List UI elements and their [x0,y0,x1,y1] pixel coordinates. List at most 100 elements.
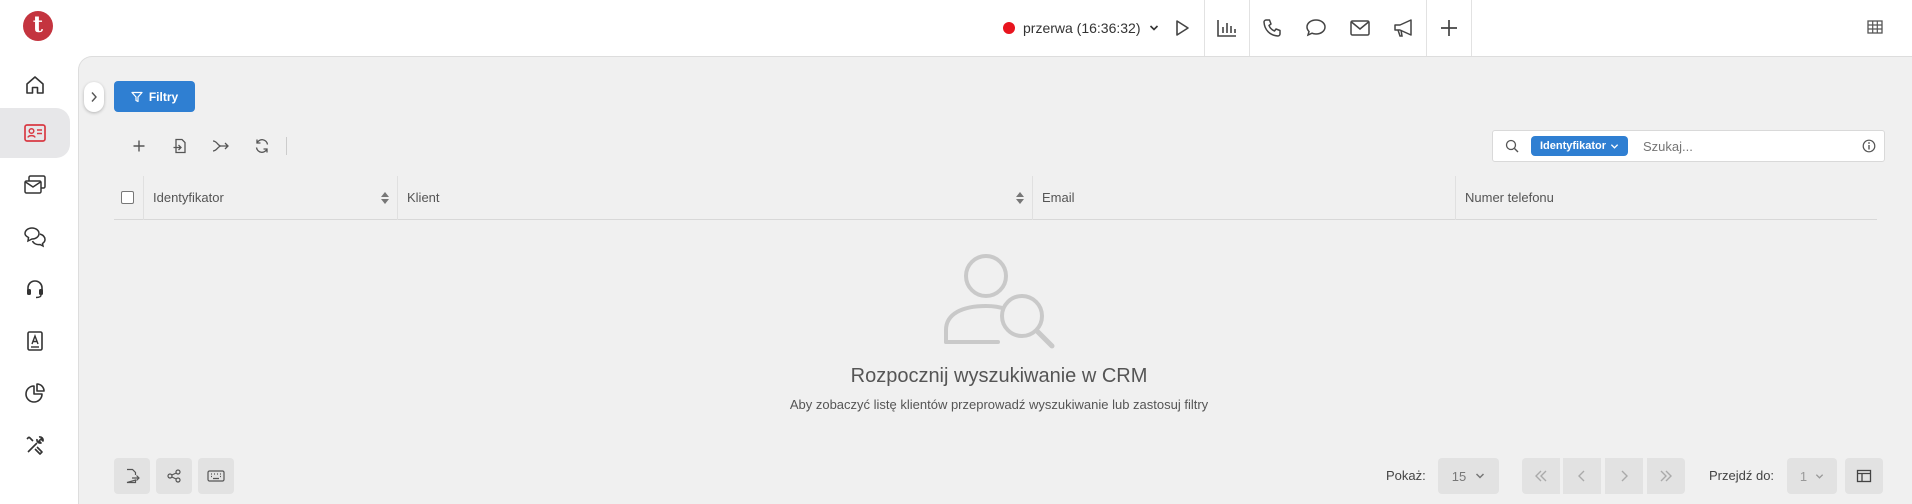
empty-state-subtitle: Aby zobaczyć listę klientów przeprowadź … [789,397,1209,412]
app-logo[interactable]: t [23,11,53,41]
chevron-right-icon [1621,470,1628,482]
empty-state: Rozpocznij wyszukiwanie w CRM Aby zobacz… [114,250,1884,412]
statistics-button[interactable] [1205,6,1249,50]
home-icon [26,76,44,94]
search-input[interactable] [1628,138,1854,154]
sidebar [0,56,78,504]
goto-page-value: 1 [1799,468,1808,484]
chats-icon [24,227,46,248]
column-header-email[interactable]: Email [1033,175,1456,220]
sort-icon [1016,191,1024,204]
play-icon [1176,20,1189,36]
sidebar-item-support[interactable] [0,264,70,314]
add-icon [133,140,144,152]
select-all-checkbox[interactable] [121,191,134,204]
share-icon [167,469,181,483]
page-size-value: 15 [1451,468,1467,484]
chart-icon [1217,20,1236,37]
top-bar: t przerwa (16:36:32) [0,0,1912,56]
sidebar-toggle[interactable] [84,82,104,112]
last-page-button[interactable] [1647,458,1685,494]
campaign-button[interactable] [1382,6,1426,50]
chat-button[interactable] [1294,6,1338,50]
phone-button[interactable] [1250,6,1294,50]
filters-label: Filtry [148,89,179,104]
search-icon-wrapper [1493,139,1531,153]
chevron-down-icon [1149,25,1158,31]
search-field-label: Identyfikator [1540,140,1607,152]
column-label: Email [1042,190,1075,205]
pie-chart-icon [25,383,45,403]
import-icon [173,138,186,154]
megaphone-icon [1394,19,1412,37]
info-icon [1862,139,1876,153]
sidebar-item-contacts[interactable] [0,316,70,366]
play-button[interactable] [1160,6,1204,50]
keyboard-shortcuts-button[interactable] [198,458,234,494]
search-icon [1505,139,1519,153]
filters-button[interactable]: Filtry [114,81,195,112]
merge-icon [212,140,229,152]
columns-icon [1856,469,1872,483]
grid-icon [1867,20,1883,34]
page-size-select[interactable]: 15 [1438,458,1499,494]
apps-grid-button[interactable] [1862,14,1888,40]
chevron-down-icon [1815,473,1824,479]
chevron-down-icon [1476,473,1485,479]
chat-bubble-icon [1306,19,1326,37]
user-search-icon [944,254,1055,349]
plus-icon [1441,20,1457,36]
column-header-numer-telefonu[interactable]: Numer telefonu [1456,176,1877,220]
keyboard-icon [207,470,225,482]
sidebar-item-crm[interactable] [0,108,70,158]
column-label: Identyfikator [153,190,224,205]
next-page-button[interactable] [1605,458,1643,494]
search-bar: Identyfikator [1492,130,1885,162]
add-client-button[interactable] [118,134,159,158]
column-label: Numer telefonu [1465,190,1554,205]
page-size-label: Pokaż: [1386,468,1426,483]
column-settings-button[interactable] [1845,458,1883,494]
sidebar-item-reports[interactable] [0,368,70,418]
table-toolbar [118,134,287,158]
column-label: Klient [407,190,440,205]
filter-icon [131,91,143,102]
previous-page-button[interactable] [1563,458,1601,494]
refresh-icon [255,139,268,153]
mail-button[interactable] [1338,6,1382,50]
empty-state-title: Rozpocznij wyszukiwanie w CRM [850,365,1148,387]
first-page-button[interactable] [1522,458,1560,494]
chevron-down-icon [1610,143,1619,149]
share-button[interactable] [156,458,192,494]
logo-letter: t [32,12,44,38]
mail-icon [1350,20,1370,36]
export-icon [126,468,140,484]
import-button[interactable] [159,134,200,158]
column-header-identyfikator[interactable]: Identyfikator [144,175,398,220]
search-info-button[interactable] [1854,139,1884,153]
sidebar-item-home[interactable] [0,60,70,110]
sidebar-item-chats[interactable] [0,212,70,262]
export-button[interactable] [114,458,150,494]
tools-icon [26,436,44,455]
merge-button[interactable] [200,134,241,158]
sidebar-item-mail[interactable] [0,160,70,210]
chevrons-left-icon [1535,470,1547,482]
add-new-button[interactable] [1427,6,1471,50]
goto-page-select[interactable]: 1 [1787,458,1837,494]
sort-icon [381,191,389,204]
search-field-selector[interactable]: Identyfikator [1531,136,1629,156]
sidebar-item-settings[interactable] [0,420,70,470]
phone-icon [1263,19,1281,37]
refresh-button[interactable] [241,134,282,158]
status-selector[interactable]: przerwa (16:36:32) [1003,14,1159,42]
chevron-left-icon [1578,470,1585,482]
status-label: przerwa (16:36:32) [1023,20,1141,36]
chevrons-right-icon [1660,470,1672,482]
table-header: Identyfikator Klient Email Numer telefon… [114,175,1877,220]
status-dot [1003,22,1015,34]
address-book-icon [27,331,43,351]
column-header-klient[interactable]: Klient [398,175,1033,220]
header-separator [1471,0,1472,56]
select-all-cell [114,175,144,220]
